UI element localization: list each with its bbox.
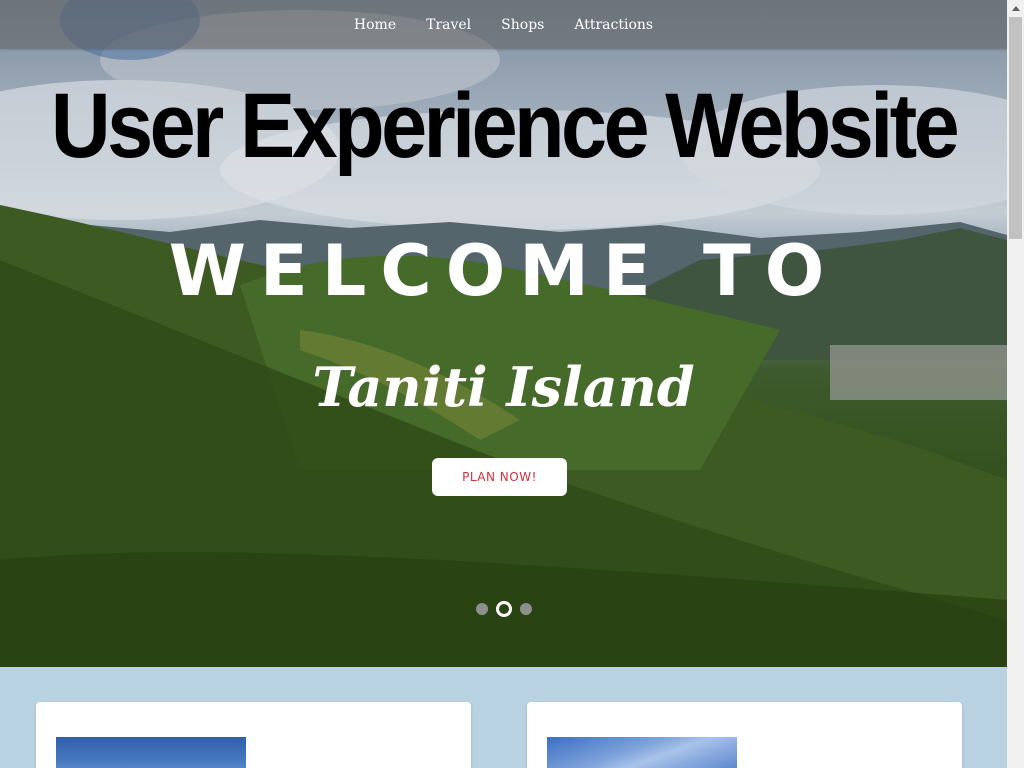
carousel-indicators	[0, 601, 1007, 617]
nav-attractions-link[interactable]: Attractions	[574, 17, 653, 33]
hero-banner: Home Travel Shops Attractions User Exper…	[0, 0, 1007, 667]
vertical-scrollbar[interactable]	[1007, 0, 1024, 768]
content-card-1[interactable]	[36, 702, 471, 768]
carousel-dot-2[interactable]	[495, 601, 512, 617]
content-section	[0, 667, 1007, 768]
card-2-image	[547, 737, 737, 768]
top-nav: Home Travel Shops Attractions	[0, 0, 1007, 49]
page: Home Travel Shops Attractions User Exper…	[0, 0, 1007, 768]
nav-home-link[interactable]: Home	[354, 17, 396, 33]
nav-shops-link[interactable]: Shops	[501, 17, 544, 33]
island-name-heading: Taniti Island	[312, 355, 695, 419]
content-card-2[interactable]	[527, 702, 962, 768]
carousel-dot-3[interactable]	[519, 603, 532, 615]
scroll-up-arrow-icon[interactable]	[1007, 0, 1024, 17]
scrollbar-thumb[interactable]	[1009, 17, 1022, 239]
site-title: User Experience Website	[50, 75, 960, 177]
carousel-dot-1[interactable]	[475, 603, 488, 615]
welcome-heading: WELCOME TO	[168, 230, 839, 312]
nav-travel-link[interactable]: Travel	[426, 17, 471, 33]
plan-now-button[interactable]: PLAN NOW!	[432, 458, 567, 496]
card-1-image	[56, 737, 246, 768]
